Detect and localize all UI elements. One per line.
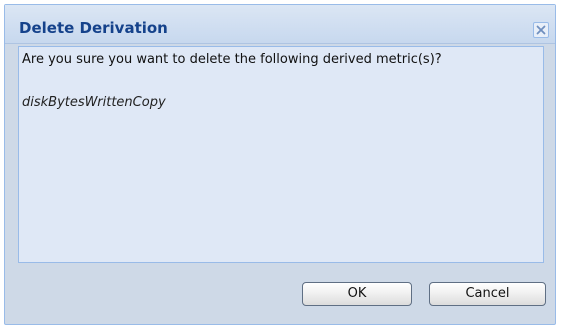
confirmation-message: Are you sure you want to delete the foll… (22, 52, 442, 67)
close-button[interactable] (533, 22, 549, 38)
cancel-button[interactable]: Cancel (429, 282, 546, 306)
dialog-titlebar[interactable]: Delete Derivation (5, 5, 555, 44)
dialog-title: Delete Derivation (19, 19, 168, 37)
dialog-body: Are you sure you want to delete the foll… (18, 46, 544, 263)
close-icon (536, 25, 546, 35)
metric-name: diskBytesWrittenCopy (22, 95, 166, 110)
delete-derivation-dialog: Delete Derivation Are you sure you want … (4, 4, 556, 325)
ok-button[interactable]: OK (302, 282, 412, 306)
